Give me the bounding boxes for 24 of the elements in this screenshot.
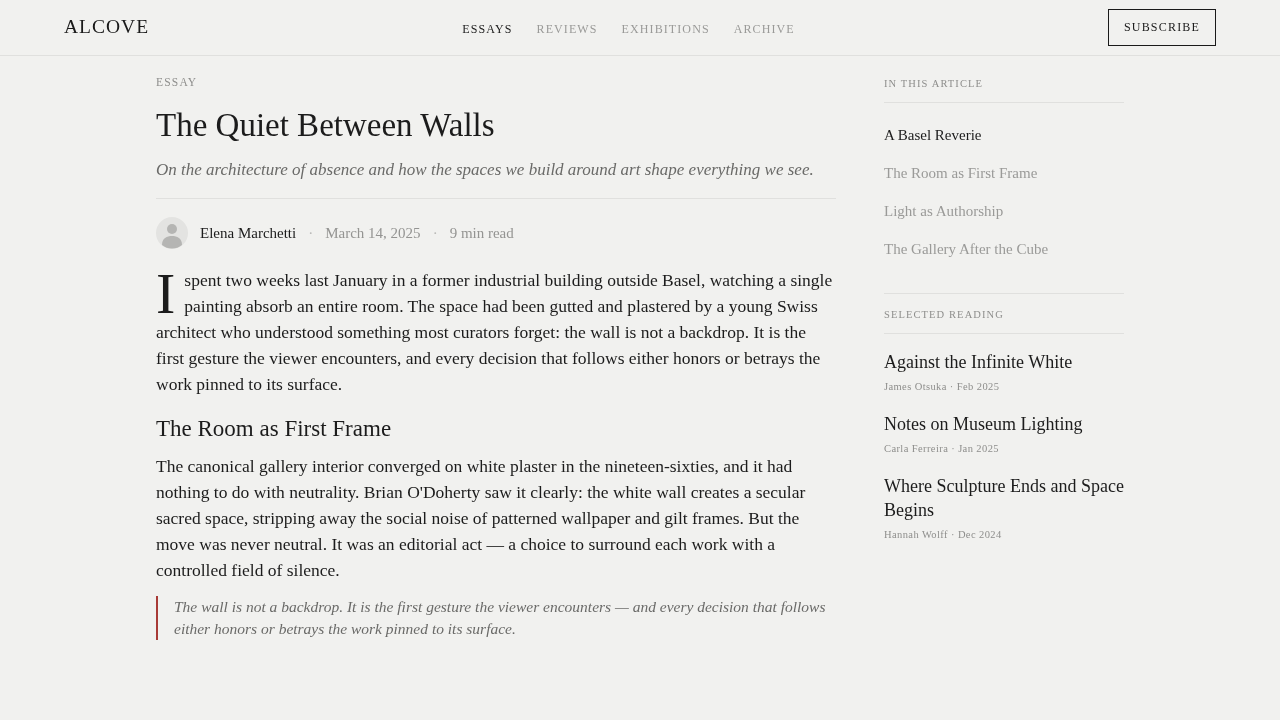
article-kicker: ESSAY <box>156 75 199 89</box>
avatar-icon <box>156 217 188 249</box>
reading-meta: James Otsuka · Feb 2025 <box>884 380 1000 394</box>
article-meta: March 14, 2025 <box>325 224 421 242</box>
article-subtitle: On the architecture of absence and how the spaces we build around art shape everything we see. <box>156 158 836 199</box>
author-name: Elena Marchetti <box>200 224 297 242</box>
reading-meta: Carla Ferreira · Jan 2025 <box>884 442 999 456</box>
article-meta: 9 min read <box>449 224 514 242</box>
subscribe-button[interactable]: SUBSCRIBE <box>1108 8 1216 46</box>
reading-meta: Hannah Wolff · Dec 2024 <box>884 528 1002 542</box>
toc-link[interactable]: A Basel Reverie <box>884 124 982 146</box>
reading-link[interactable]: Where Sculpture Ends and Space Begins <box>884 474 1124 522</box>
sidebar-heading: SELECTED READING <box>884 306 1124 334</box>
article-title: The Quiet Between Walls <box>156 106 496 145</box>
reading-link[interactable]: Notes on Museum Lighting <box>884 412 1083 436</box>
site-logo: ALCOVE <box>64 15 150 38</box>
sidebar-heading: IN THIS ARTICLE <box>884 75 1124 103</box>
section-heading: The Room as First Frame <box>156 415 393 443</box>
separator-text: · <box>308 224 314 242</box>
body-paragraph: The canonical gallery interior converged on white plaster in the nineteen-sixties, and it had nothing to do with neutrality. Brian O'Doherty saw it clearly: the white wall creates a secular sacred space, stripping away the social noise of patterned wallpaper and gilt frames. But the move was never neutral. It was an editorial act — a choice to surround each work with a controlled field of silence. <box>156 455 807 582</box>
separator-text: · <box>432 224 438 242</box>
pull-quote: The wall is not a backdrop. It is the first gesture the viewer encounters — and every decision that follows either honors or betrays the work pinned to its surface. <box>156 596 836 640</box>
reading-link[interactable]: Against the Infinite White <box>884 350 1073 374</box>
nav-link[interactable]: ESSAYS <box>462 21 513 37</box>
